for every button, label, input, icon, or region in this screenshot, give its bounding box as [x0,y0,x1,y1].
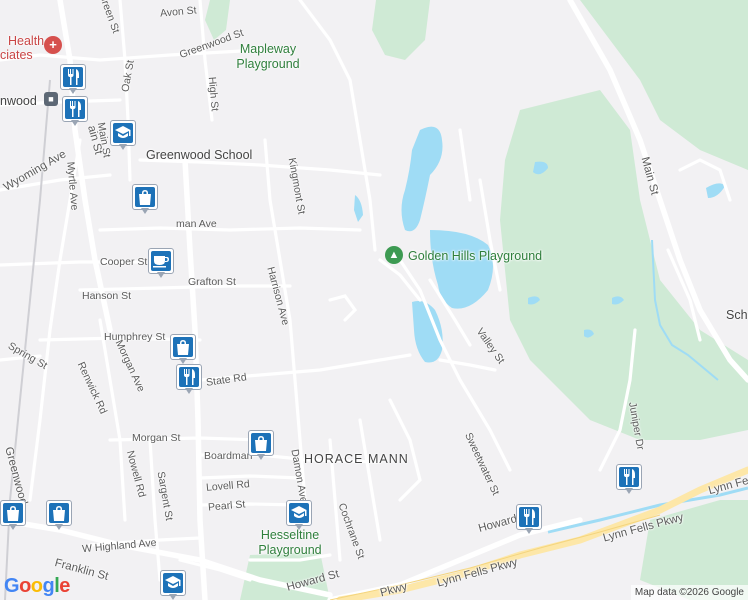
school-label: Sch [726,308,748,322]
map-copyright[interactable]: Map data ©2026 Google [630,585,748,600]
map-view[interactable]: Green St Oak St Avon St Greenwood St Hig… [0,0,748,600]
map-marker[interactable] [60,64,86,94]
map-marker[interactable] [46,500,72,530]
street-label: Humphrey St [104,331,166,343]
train-station-icon[interactable]: ■ [44,92,58,106]
map-marker[interactable] [170,334,196,364]
health-label-2[interactable]: ciates [0,48,33,62]
street-label: Grafton St [188,276,236,288]
map-marker[interactable] [286,500,312,530]
park-area [372,0,430,60]
shopping-bag-icon [3,503,23,523]
map-marker[interactable] [616,464,642,494]
street-label: Boardman [204,450,253,462]
map-marker[interactable] [176,364,202,394]
shopping-bag-icon [173,337,193,357]
map-marker[interactable] [248,430,274,460]
shopping-bag-icon [251,433,271,453]
hesseltine-playground-label[interactable]: Hesseltine Playground [246,528,334,558]
water-pond [354,195,363,222]
area-label: nwood [0,94,37,108]
water-pond [401,126,443,232]
hospital-pin-icon[interactable]: + [44,36,62,54]
map-marker[interactable] [132,184,158,214]
street-label: Morgan St [132,432,181,444]
school-icon [113,123,133,143]
map-marker[interactable] [0,500,26,530]
school-icon [289,503,309,523]
golden-hills-playground-label[interactable]: Golden Hills Playground [408,249,542,263]
map-marker[interactable] [110,120,136,150]
mapleway-playground-label[interactable]: Mapleway Playground [218,42,318,72]
greenwood-school-label[interactable]: Greenwood School [146,148,252,162]
health-label[interactable]: Health [8,34,44,48]
street-label: Cooper St [100,256,148,268]
restaurant-icon [63,67,83,87]
map-marker[interactable] [62,96,88,126]
google-logo: Google [4,575,70,597]
shopping-bag-icon [135,187,155,207]
cafe-icon [151,251,171,271]
school-icon [163,573,183,593]
restaurant-icon [179,367,199,387]
restaurant-icon [65,99,85,119]
map-marker[interactable] [160,570,186,600]
neighborhood-label: HORACE MANN [304,452,409,466]
map-marker[interactable] [516,504,542,534]
water-pond [706,183,725,198]
park-pin-icon[interactable]: ▲ [385,246,403,264]
map-marker[interactable] [148,248,174,278]
street-label: Hanson St [82,290,132,302]
shopping-bag-icon [49,503,69,523]
street-label: man Ave [176,218,217,230]
restaurant-icon [619,467,639,487]
restaurant-icon [519,507,539,527]
